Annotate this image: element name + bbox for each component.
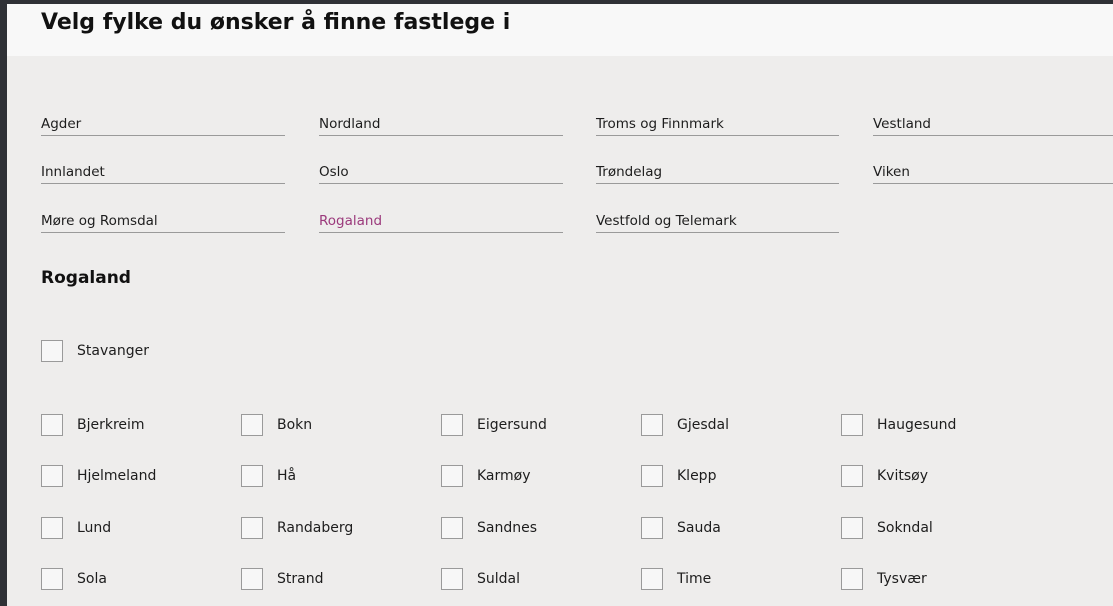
checkbox-lund[interactable]: Lund bbox=[41, 516, 111, 540]
checkbox-label: Randaberg bbox=[277, 520, 354, 536]
checkbox-box[interactable] bbox=[441, 465, 463, 487]
checkbox-box[interactable] bbox=[41, 340, 63, 362]
checkbox-box[interactable] bbox=[441, 568, 463, 590]
checkbox-label: Lund bbox=[77, 520, 112, 536]
checkbox-bjerkreim[interactable]: Bjerkreim bbox=[41, 413, 145, 437]
county-link-more-og-romsdal[interactable]: Møre og Romsdal bbox=[41, 213, 285, 233]
checkbox-box[interactable] bbox=[441, 517, 463, 539]
checkbox-box[interactable] bbox=[241, 414, 263, 436]
checkbox-label: Kvitsøy bbox=[877, 468, 928, 484]
checkbox-sandnes[interactable]: Sandnes bbox=[441, 516, 537, 540]
county-link-oslo[interactable]: Oslo bbox=[319, 164, 563, 184]
checkbox-time[interactable]: Time bbox=[641, 567, 711, 591]
county-link-trondelag[interactable]: Trøndelag bbox=[596, 164, 839, 184]
county-link-troms-og-finnmark[interactable]: Troms og Finnmark bbox=[596, 116, 839, 136]
checkbox-box[interactable] bbox=[841, 414, 863, 436]
checkbox-sauda[interactable]: Sauda bbox=[641, 516, 721, 540]
checkbox-label: Karmøy bbox=[477, 468, 531, 484]
checkbox-label: Bokn bbox=[277, 417, 313, 433]
checkbox-label: Bjerkreim bbox=[77, 417, 145, 433]
checkbox-klepp[interactable]: Klepp bbox=[641, 464, 716, 488]
checkbox-label: Stavanger bbox=[77, 343, 149, 359]
checkbox-box[interactable] bbox=[41, 465, 63, 487]
checkbox-bokn[interactable]: Bokn bbox=[241, 413, 312, 437]
checkbox-label: Sauda bbox=[677, 520, 721, 536]
county-link-rogaland[interactable]: Rogaland bbox=[319, 213, 563, 233]
checkbox-label: Klepp bbox=[677, 468, 717, 484]
checkbox-gjesdal[interactable]: Gjesdal bbox=[641, 413, 729, 437]
checkbox-tysvaer[interactable]: Tysvær bbox=[841, 567, 927, 591]
checkbox-box[interactable] bbox=[841, 517, 863, 539]
page-title: Velg fylke du ønsker å finne fastlege i bbox=[41, 10, 511, 35]
checkbox-label: Suldal bbox=[477, 571, 521, 587]
checkbox-stavanger[interactable]: Stavanger bbox=[41, 339, 149, 363]
checkbox-box[interactable] bbox=[641, 517, 663, 539]
checkbox-kvitsoy[interactable]: Kvitsøy bbox=[841, 464, 928, 488]
checkbox-label: Hå bbox=[277, 468, 297, 484]
checkbox-label: Sola bbox=[77, 571, 107, 587]
checkbox-label: Haugesund bbox=[877, 417, 957, 433]
county-link-vestland[interactable]: Vestland bbox=[873, 116, 1113, 136]
checkbox-sokndal[interactable]: Sokndal bbox=[841, 516, 933, 540]
checkbox-box[interactable] bbox=[641, 568, 663, 590]
page-frame: Velg fylke du ønsker å finne fastlege i … bbox=[7, 4, 1113, 606]
county-link-viken[interactable]: Viken bbox=[873, 164, 1113, 184]
checkbox-box[interactable] bbox=[41, 414, 63, 436]
page-header: Velg fylke du ønsker å finne fastlege i bbox=[7, 4, 1113, 56]
checkbox-label: Gjesdal bbox=[677, 417, 730, 433]
checkbox-label: Sandnes bbox=[477, 520, 538, 536]
checkbox-hjelmeland[interactable]: Hjelmeland bbox=[41, 464, 156, 488]
checkbox-suldal[interactable]: Suldal bbox=[441, 567, 520, 591]
checkbox-box[interactable] bbox=[241, 517, 263, 539]
checkbox-box[interactable] bbox=[641, 465, 663, 487]
checkbox-label: Sokndal bbox=[877, 520, 933, 536]
checkbox-label: Eigersund bbox=[477, 417, 547, 433]
county-link-innlandet[interactable]: Innlandet bbox=[41, 164, 285, 184]
checkbox-label: Hjelmeland bbox=[77, 468, 157, 484]
checkbox-label: Time bbox=[677, 571, 712, 587]
checkbox-label: Strand bbox=[277, 571, 324, 587]
selected-county-heading: Rogaland bbox=[41, 268, 131, 288]
county-link-vestfold-og-telemark[interactable]: Vestfold og Telemark bbox=[596, 213, 839, 233]
checkbox-randaberg[interactable]: Randaberg bbox=[241, 516, 353, 540]
checkbox-sola[interactable]: Sola bbox=[41, 567, 107, 591]
checkbox-box[interactable] bbox=[41, 568, 63, 590]
county-link-agder[interactable]: Agder bbox=[41, 116, 285, 136]
checkbox-box[interactable] bbox=[241, 568, 263, 590]
checkbox-ha[interactable]: Hå bbox=[241, 464, 296, 488]
checkbox-strand[interactable]: Strand bbox=[241, 567, 323, 591]
checkbox-box[interactable] bbox=[41, 517, 63, 539]
county-link-nordland[interactable]: Nordland bbox=[319, 116, 563, 136]
checkbox-label: Tysvær bbox=[877, 571, 927, 587]
checkbox-box[interactable] bbox=[441, 414, 463, 436]
checkbox-box[interactable] bbox=[841, 465, 863, 487]
checkbox-box[interactable] bbox=[641, 414, 663, 436]
checkbox-box[interactable] bbox=[841, 568, 863, 590]
checkbox-box[interactable] bbox=[241, 465, 263, 487]
checkbox-eigersund[interactable]: Eigersund bbox=[441, 413, 547, 437]
checkbox-karmoy[interactable]: Karmøy bbox=[441, 464, 531, 488]
checkbox-haugesund[interactable]: Haugesund bbox=[841, 413, 956, 437]
